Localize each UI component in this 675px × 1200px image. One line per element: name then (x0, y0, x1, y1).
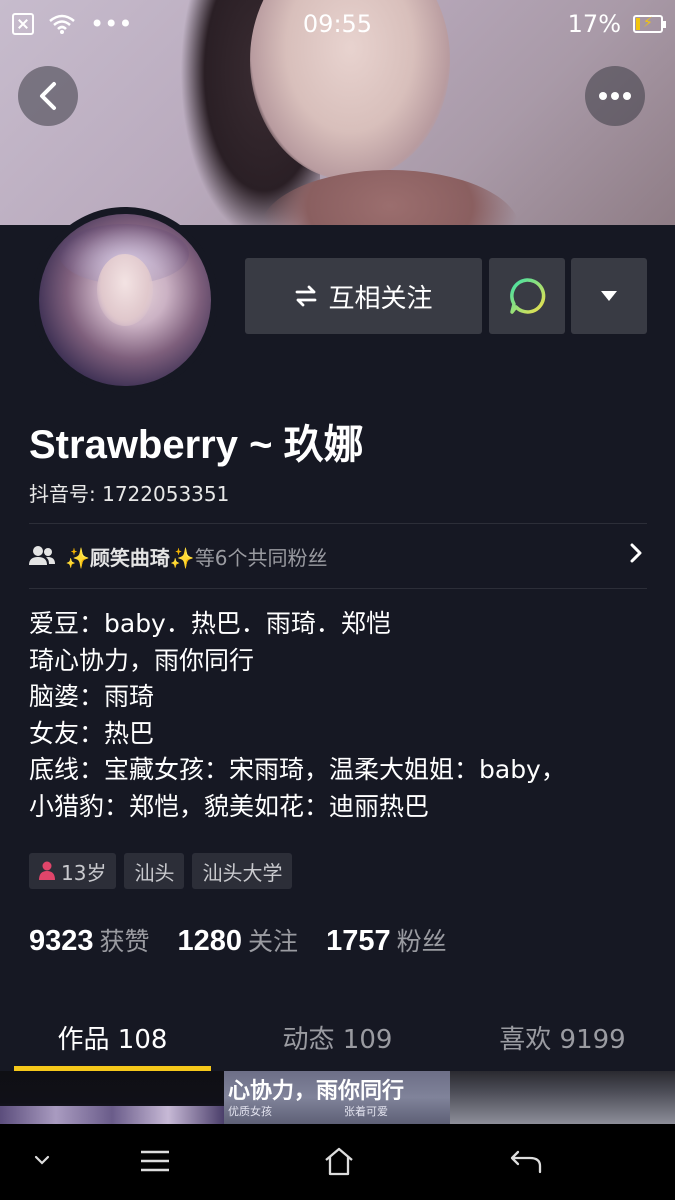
douyin-id: 抖音号: 1722053351 (29, 482, 230, 506)
home-icon[interactable] (323, 1146, 355, 1176)
chevron-down-icon[interactable] (34, 1154, 50, 1166)
profile-name: Strawberry ~ 玖娜 (29, 423, 364, 467)
tag-label: 13岁 (61, 860, 107, 885)
tab-likes[interactable]: 喜欢 9199 (450, 1019, 675, 1056)
bio-line: 脑婆：雨琦 (29, 682, 155, 711)
stat-likes[interactable]: 9323 获赞 (29, 922, 150, 958)
tag-location: 汕头 (124, 853, 185, 889)
battery-percent: 17% (567, 10, 621, 38)
thumbnail-subcaption: 张着可爱 (344, 1105, 388, 1118)
tab-activity[interactable]: 动态 109 (225, 1019, 450, 1056)
stat-following[interactable]: 1280 关注 (178, 922, 299, 958)
stat-label: 关注 (248, 927, 299, 956)
stat-number: 1757 (326, 925, 391, 957)
profile-tags: 13岁 汕头 汕头大学 (29, 853, 293, 889)
status-bar: ••• 09:55 17% ⚡ (0, 0, 675, 48)
profile-stats: 9323 获赞 1280 关注 1757 粉丝 (29, 922, 447, 958)
common-fan-name: ✨顾笑曲琦✨ (65, 545, 195, 570)
common-fans-row[interactable]: ✨顾笑曲琦✨ 等6个共同粉丝 (29, 524, 647, 588)
video-grid: 心协力，雨你同行 优质女孩 张着可爱 (0, 1071, 675, 1124)
tag-label: 汕头 (134, 860, 175, 885)
more-button[interactable] (585, 66, 645, 126)
tag-age: 13岁 (29, 853, 117, 889)
system-nav-bar (0, 1124, 675, 1200)
bio-line: 女友：热巴 (29, 718, 155, 748)
users-icon (29, 546, 55, 565)
tag-label: 汕头大学 (202, 860, 283, 885)
chat-bubble-icon (510, 278, 546, 314)
bio-line: 底线：宝藏女孩：宋雨琦，温柔大姐姐：baby， (29, 755, 566, 784)
divider (29, 588, 647, 589)
bio-line: 琦心协力，雨你同行 (29, 645, 255, 675)
follow-button-label: 互相关注 (328, 283, 433, 314)
tag-school: 汕头大学 (192, 853, 293, 889)
back-arrow-icon[interactable] (510, 1150, 542, 1174)
menu-icon[interactable] (140, 1150, 170, 1172)
bio-line: 爱豆：baby．热巴．雨琦．郑恺 (29, 609, 391, 638)
stat-number: 9323 (29, 925, 94, 957)
stat-followers[interactable]: 1757 粉丝 (326, 922, 447, 958)
video-thumbnail[interactable]: 心协力，雨你同行 优质女孩 张着可爱 (224, 1071, 450, 1124)
avatar[interactable] (32, 207, 218, 393)
thumbnail-caption: 心协力，雨你同行 (228, 1079, 405, 1104)
thumbnail-subcaption: 优质女孩 (228, 1105, 272, 1118)
video-thumbnail[interactable] (450, 1071, 675, 1124)
stat-label: 粉丝 (396, 927, 447, 956)
tab-works[interactable]: 作品 108 (0, 1019, 225, 1056)
common-fans-count: 等6个共同粉丝 (194, 545, 328, 570)
message-button[interactable] (489, 258, 565, 334)
bio-line: 小猎豹：郑恺，貌美如花：迪丽热巴 (29, 791, 430, 821)
chevron-right-icon (630, 543, 642, 563)
stat-number: 1280 (177, 925, 243, 957)
content-tabs: 作品 108 动态 109 喜欢 9199 (0, 1005, 675, 1071)
stat-label: 获赞 (99, 927, 150, 956)
chevron-left-icon (40, 82, 56, 110)
battery-charging-icon: ⚡ (633, 15, 666, 33)
more-horizontal-icon (599, 92, 631, 100)
mutual-follow-button[interactable]: 互相关注 (245, 258, 482, 334)
triangle-down-icon (601, 291, 617, 301)
swap-arrows-icon (296, 285, 317, 307)
female-user-icon (39, 861, 55, 880)
dropdown-button[interactable] (571, 258, 647, 334)
bio: 爱豆：baby．热巴．雨琦．郑恺 琦心协力，雨你同行 脑婆：雨琦 女友：热巴 底… (29, 606, 649, 825)
video-thumbnail[interactable] (0, 1071, 224, 1124)
back-button[interactable] (18, 66, 78, 126)
